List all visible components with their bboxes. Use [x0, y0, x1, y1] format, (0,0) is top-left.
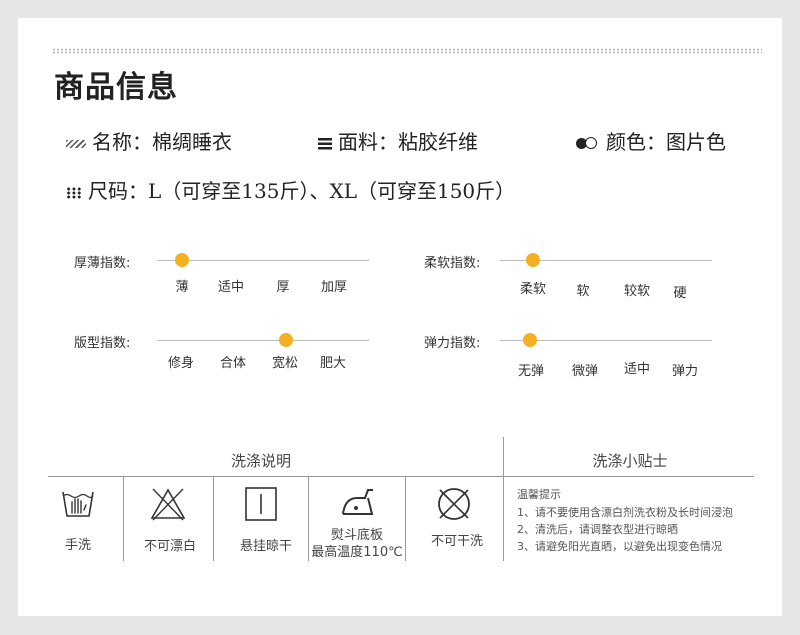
- info-size: 尺码：L（可穿至135斤）、XL（可穿至150斤）: [66, 175, 515, 204]
- no-bleach-icon: [150, 488, 186, 521]
- scale-option: 合体: [219, 356, 247, 371]
- scale-option: 较软: [623, 284, 651, 299]
- care-label: 熨斗底板: [330, 528, 384, 543]
- scale-label-elasticity: 弹力指数:: [424, 336, 481, 351]
- info-fabric: 面料：粘胶纤维: [318, 126, 478, 155]
- care-divider: [405, 476, 406, 561]
- care-divider: [213, 476, 214, 561]
- scale-option: 肥大: [319, 356, 347, 371]
- dots-grid-icon: [66, 186, 82, 199]
- hatch-icon: [66, 139, 86, 148]
- tips-heading: 温馨提示: [517, 488, 561, 501]
- tips-title: 洗涤小贴士: [592, 452, 668, 470]
- hand-wash-icon: [62, 491, 94, 517]
- scale-option: 柔软: [519, 282, 547, 297]
- care-label: 手洗: [64, 538, 92, 553]
- info-color: 颜色：图片色: [576, 126, 726, 155]
- care-title: 洗涤说明: [230, 452, 292, 470]
- scale-knob-fit: [279, 333, 293, 347]
- scale-option: 厚: [276, 280, 290, 295]
- iron-icon: [342, 489, 374, 515]
- scale-track-fit: [157, 340, 369, 341]
- dotted-divider: [52, 48, 762, 54]
- info-name: 名称：棉绸睡衣: [66, 126, 232, 155]
- scale-label-fit: 版型指数:: [74, 336, 131, 351]
- tip-line: 3、请避免阳光直晒，以避免出现变色情况: [517, 540, 722, 553]
- page-title: 商品信息: [54, 70, 178, 105]
- scale-label-softness: 柔软指数:: [424, 256, 481, 271]
- care-label: 悬挂晾干: [239, 539, 293, 554]
- care-divider: [123, 476, 124, 561]
- care-divider: [308, 476, 309, 561]
- tip-line: 2、清洗后，请调整衣型进行晾晒: [517, 523, 678, 536]
- care-label: 不可漂白: [143, 539, 197, 554]
- no-dry-clean-icon: [438, 488, 470, 520]
- hang-dry-icon: [245, 487, 277, 521]
- scale-knob-thickness: [175, 253, 189, 267]
- care-label: 不可干洗: [430, 534, 484, 549]
- care-header-line: [48, 476, 754, 477]
- scale-option: 无弹: [517, 364, 545, 379]
- scale-option: 薄: [175, 280, 189, 295]
- scale-option: 适中: [217, 280, 245, 295]
- scale-option: 修身: [167, 356, 195, 371]
- scale-option: 适中: [623, 362, 651, 377]
- scale-option: 加厚: [320, 280, 348, 295]
- scale-knob-softness: [526, 253, 540, 267]
- scale-label-thickness: 厚薄指数:: [74, 256, 131, 271]
- scale-option: 软: [576, 284, 590, 299]
- scale-knob-elasticity: [523, 333, 537, 347]
- lines-icon: [318, 137, 332, 150]
- tip-line: 1、请不要使用含漂白剂洗衣粉及长时间浸泡: [517, 506, 733, 519]
- care-label: 最高温度110℃: [311, 545, 403, 560]
- section-divider: [503, 437, 504, 561]
- scale-option: 硬: [673, 286, 687, 301]
- scale-option: 弹力: [671, 364, 699, 379]
- scale-option: 宽松: [271, 356, 299, 371]
- scale-option: 微弹: [571, 364, 599, 379]
- color-circles-icon: [576, 136, 600, 151]
